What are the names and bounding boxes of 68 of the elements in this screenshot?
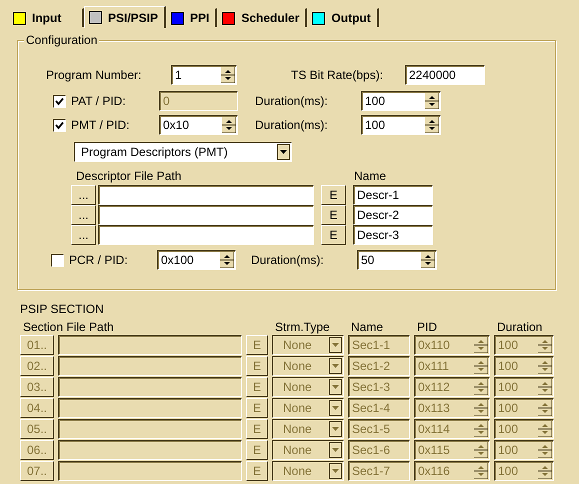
spinner-arrows-icon[interactable] bbox=[538, 337, 552, 353]
browse-button[interactable]: ... bbox=[71, 225, 96, 245]
checkbox[interactable] bbox=[51, 254, 64, 266]
spinner-arrows-icon[interactable] bbox=[474, 400, 488, 416]
file-path-field[interactable] bbox=[58, 356, 242, 376]
spinner-arrows-icon[interactable] bbox=[221, 67, 235, 83]
pid-label: PCR / PID: bbox=[69, 253, 129, 267]
edit-button[interactable]: E bbox=[321, 225, 346, 245]
spinner-arrows-icon[interactable] bbox=[538, 379, 552, 395]
file-path-field[interactable] bbox=[58, 398, 242, 418]
edit-button[interactable]: E bbox=[321, 205, 346, 225]
descriptor-type-dropdown[interactable]: Program Descriptors (PMT) bbox=[74, 142, 292, 162]
pid-label: PMT / PID: bbox=[71, 118, 130, 132]
duration-field[interactable]: 50 bbox=[357, 250, 437, 270]
column-header: Strm.Type bbox=[274, 320, 331, 334]
name-field[interactable]: Descr-2 bbox=[353, 205, 433, 225]
checkbox[interactable] bbox=[53, 94, 66, 108]
spinner-arrows-icon[interactable] bbox=[421, 252, 435, 268]
section-title: PSIP SECTION bbox=[20, 302, 105, 316]
spinner-arrows-icon[interactable] bbox=[425, 93, 439, 109]
spinner-arrows-icon[interactable] bbox=[538, 358, 552, 374]
file-path-field[interactable] bbox=[98, 205, 314, 225]
browse-button[interactable]: ... bbox=[71, 205, 96, 225]
duration-field[interactable]: 100 bbox=[361, 115, 441, 135]
column-header: Section File Path bbox=[22, 320, 115, 334]
group-title: Configuration bbox=[24, 33, 100, 47]
duration-label: Duration(ms): bbox=[255, 118, 329, 132]
spinner-arrows-icon[interactable] bbox=[474, 442, 488, 458]
spinner-arrows-icon[interactable] bbox=[474, 379, 488, 395]
spinner-arrows-icon[interactable] bbox=[220, 252, 234, 268]
file-path-field[interactable] bbox=[98, 185, 314, 205]
spinner-arrows-icon[interactable] bbox=[474, 337, 488, 353]
pid-field[interactable]: 0x10 bbox=[159, 115, 238, 135]
duration-label: Duration(ms): bbox=[255, 94, 329, 108]
spinner-arrows-icon[interactable] bbox=[425, 117, 439, 133]
spinner-arrows-icon[interactable] bbox=[474, 463, 488, 479]
file-path-field[interactable] bbox=[58, 461, 242, 481]
pid-field[interactable]: 0x100 bbox=[157, 250, 236, 270]
program-number-field[interactable]: 1 bbox=[171, 65, 237, 85]
file-path-field[interactable] bbox=[98, 225, 314, 245]
browse-button[interactable]: ... bbox=[71, 185, 96, 205]
column-header: Descriptor File Path bbox=[76, 169, 182, 183]
spinner-arrows-icon[interactable] bbox=[474, 358, 488, 374]
file-path-field[interactable] bbox=[58, 440, 242, 460]
spinner-arrows-icon[interactable] bbox=[538, 442, 552, 458]
spinner-arrows-icon[interactable] bbox=[538, 463, 552, 479]
spinner-arrows-icon[interactable] bbox=[474, 421, 488, 437]
tab[interactable]: PSI/PSIP bbox=[84, 6, 166, 28]
duration-field[interactable]: 100 bbox=[361, 91, 441, 111]
checkbox[interactable] bbox=[53, 118, 66, 132]
column-header: Duration bbox=[496, 320, 544, 334]
duration-label: Duration(ms): bbox=[251, 253, 325, 267]
edit-button[interactable]: E bbox=[321, 185, 346, 205]
spinner-arrows-icon[interactable] bbox=[538, 400, 552, 416]
bit-rate-label: TS Bit Rate(bps): bbox=[291, 68, 384, 82]
name-field[interactable]: Descr-1 bbox=[353, 185, 433, 205]
column-header: Name bbox=[354, 169, 388, 183]
name-field[interactable]: Descr-3 bbox=[353, 225, 433, 245]
file-path-field[interactable] bbox=[58, 377, 242, 397]
file-path-field[interactable] bbox=[58, 419, 242, 439]
pid-label: PAT / PID: bbox=[71, 94, 127, 108]
column-header: Name bbox=[350, 320, 384, 334]
program-number-label: Program Number: bbox=[46, 68, 142, 82]
spinner-arrows-icon[interactable] bbox=[538, 421, 552, 437]
spinner-arrows-icon[interactable] bbox=[222, 117, 236, 133]
bit-rate-field[interactable]: 2240000 bbox=[405, 65, 485, 85]
file-path-field[interactable] bbox=[58, 335, 242, 355]
column-header: PID bbox=[416, 320, 438, 334]
